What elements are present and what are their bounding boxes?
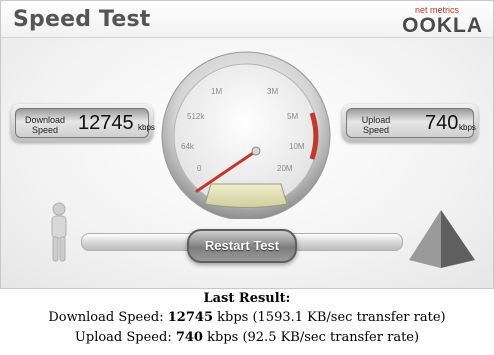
speed-gauge: 0 64k 512k 1M 3M 5M 10M 20M — [161, 51, 331, 219]
download-speed-panel: Download Speed 12745 kbps — [11, 104, 155, 142]
gauge-tick-64k: 64k — [181, 142, 195, 151]
gauge-tick-1m: 1M — [211, 87, 222, 96]
page-title: Speed Test — [13, 7, 151, 32]
brand-name: OOKLA — [402, 14, 483, 37]
user-figure-icon — [51, 202, 67, 262]
download-result-line: Download Speed: 12745 kbps (1593.1 KB/se… — [0, 308, 494, 328]
download-label-line1: Download — [24, 115, 66, 125]
upload-result-suffix: kbps (92.5 KB/sec transfer rate) — [202, 330, 420, 345]
download-label-line2: Speed — [31, 125, 59, 135]
gauge-tick-512k: 512k — [187, 112, 205, 121]
download-result-suffix: kbps (1593.1 KB/sec transfer rate) — [213, 310, 446, 325]
gauge-tick-10m: 10M — [289, 142, 305, 151]
last-result-section: Last Result: Download Speed: 12745 kbps … — [0, 289, 494, 348]
gauge-hub — [251, 146, 261, 156]
ookla-logo: net metrics OOKLA — [363, 5, 483, 37]
upload-value: 740 — [425, 112, 459, 134]
upload-display: Upload Speed 740 kbps — [346, 108, 476, 138]
download-result-prefix: Download Speed: — [48, 310, 168, 325]
upload-result-line: Upload Speed: 740 kbps (92.5 KB/sec tran… — [0, 328, 494, 348]
download-value: 12745 — [78, 112, 134, 134]
upload-unit: kbps — [459, 123, 476, 132]
last-result-title: Last Result: — [203, 291, 291, 306]
upload-result-prefix: Upload Speed: — [74, 330, 176, 345]
download-label: Download Speed — [24, 115, 66, 135]
gauge-tick-0: 0 — [197, 164, 202, 173]
download-unit: kbps — [138, 123, 155, 132]
download-display: Download Speed 12745 kbps — [15, 108, 155, 138]
upload-label: Upload Speed — [355, 115, 397, 135]
test-stage: Download Speed 12745 kbps 0 64k 512k 1M … — [1, 38, 493, 288]
upload-result-value: 740 — [175, 330, 203, 345]
gauge-tick-20m: 20M — [277, 164, 293, 173]
download-result-value: 12745 — [167, 310, 213, 325]
gauge-tick-5m: 5M — [287, 112, 298, 121]
gauge-window — [204, 183, 288, 208]
widget-header: Speed Test net metrics OOKLA — [1, 1, 493, 38]
upload-speed-panel: Upload Speed 740 kbps — [342, 104, 478, 142]
upload-label-line2: Speed — [362, 125, 390, 135]
gauge-tick-3m: 3M — [267, 87, 278, 96]
server-pyramid-icon — [409, 210, 475, 268]
restart-test-button[interactable]: Restart Test — [187, 229, 297, 263]
upload-label-line1: Upload — [361, 115, 391, 125]
speedtest-widget: Speed Test net metrics OOKLA Download Sp… — [0, 0, 494, 289]
